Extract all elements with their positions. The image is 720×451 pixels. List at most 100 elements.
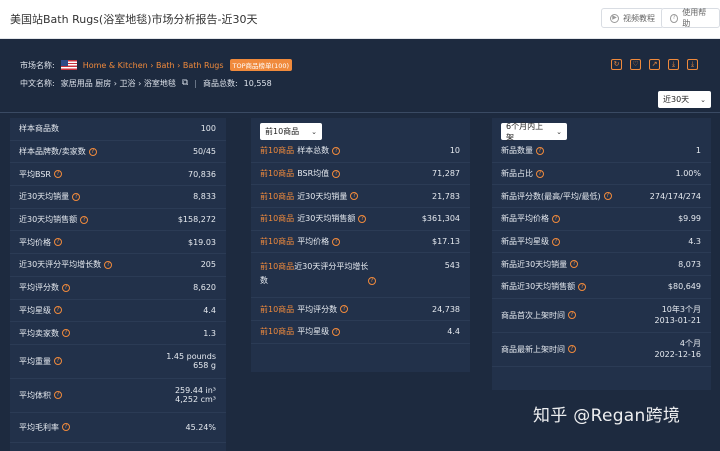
top10-select-value: 前10商品 [265,127,300,136]
us-flag-icon [60,60,77,70]
stat-row-first-listed: 商品首次上架时间? 10年3个月 2013-01-21 [492,299,711,333]
top10-select[interactable]: 前10商品 ⌄ [260,123,322,140]
stat-row: 前10商品 平均评分数? 24,738 [251,298,470,322]
stat-prefix: 前10商品 [260,327,295,337]
question-circle-icon[interactable]: ? [332,237,341,246]
question-circle-icon[interactable]: ? [54,357,62,366]
stat-label: 样本品牌数/卖家数 [19,147,86,157]
chevron-down-icon: ⌄ [700,95,706,104]
question-circle-icon[interactable]: ? [536,146,544,155]
question-circle-icon[interactable]: ? [62,329,70,338]
question-circle-icon[interactable]: ? [332,146,341,155]
question-circle-icon[interactable]: ? [568,345,576,354]
stat-label: 近30天均销量 [19,192,70,202]
question-circle-icon[interactable]: ? [62,423,70,432]
market-name-label: 市场名称: [20,60,55,70]
question-circle-icon[interactable]: ? [54,306,62,315]
chinese-name-row: 中文名称: 家居用品 厨房 › 卫浴 › 浴室地毯 ⧉ | 商品总数: 10,5… [20,76,272,90]
listing-period-select[interactable]: 6个月内上架 ⌄ [501,122,567,142]
stat-value: 10 [449,146,460,156]
question-circle-icon[interactable]: ? [72,192,81,201]
stat-row-growth: 前10商品近30天评分平均增长 数 ? 543 [251,253,470,299]
question-circle-icon[interactable]: ? [552,237,560,246]
stat-row: 新品占比? 1.00% [492,163,711,186]
stat-prefix: 前10商品 [260,262,295,272]
stat-label: 样本商品数 [19,124,59,134]
newest-listed-age: 4个月 [679,339,701,349]
stat-value: 8,833 [193,192,216,202]
question-circle-icon[interactable]: ? [568,311,576,320]
question-circle-icon[interactable]: ? [54,391,62,400]
question-circle-icon[interactable]: ? [368,277,376,286]
question-circle-icon[interactable]: ? [332,327,341,336]
question-circle-icon[interactable]: ? [53,170,62,179]
stat-row: 平均卖家数? 1.3 [10,322,226,345]
export-icon[interactable]: ⤓ [687,59,698,70]
stat-label: 新品评分数(最高/平均/最低) [501,191,601,201]
question-circle-icon[interactable]: ? [104,260,113,269]
stat-row: 前10商品 平均星级? 4.4 [251,321,470,344]
stat-label: 平均卖家数 [19,328,59,338]
page-title: 美国站Bath Rugs(浴室地毯)市场分析报告-近30天 [10,13,258,26]
question-circle-icon[interactable]: ? [552,214,560,223]
help-button[interactable]: ? 使用帮助 [661,8,720,28]
favorite-icon[interactable]: ♡ [630,59,641,70]
stat-value: $361,304 [421,214,460,224]
question-circle-icon[interactable]: ? [80,215,89,224]
stat-value: 1.3 [203,328,216,338]
refresh-icon[interactable]: ↻ [611,59,622,70]
stat-value: 45.24% [185,422,216,432]
stat-row-margin: 平均毛利率? 45.24% [10,413,226,443]
stat-value: 70,836 [188,169,216,179]
stat-value: 8,620 [193,283,216,293]
stat-value: 259.44 in³ 4,252 cm³ [175,386,216,404]
stat-label: 平均毛利率 [19,422,59,432]
volume-cm: 4,252 cm³ [175,395,216,405]
external-link-icon[interactable]: ⧉ [182,78,188,88]
stat-row: 平均星级? 4.4 [10,300,226,323]
question-circle-icon[interactable]: ? [54,238,62,247]
category-breadcrumb[interactable]: Home & Kitchen › Bath › Bath Rugs [83,61,224,70]
question-circle-icon[interactable]: ? [570,260,579,269]
stat-row: 前10商品 平均价格? $17.13 [251,231,470,254]
first-listed-date: 2013-01-21 [654,316,702,326]
stat-row: 前10商品 BSR均值? 71,287 [251,163,470,186]
share-icon[interactable]: ↗ [649,59,660,70]
newest-listed-date: 2022-12-16 [654,350,702,360]
new-products-panel: 6个月内上架 ⌄ 新品数量? 1 新品占比? 1.00% 新品评分数(最高/平均/最… [492,118,711,390]
sample-stats-panel: 样本商品数 100 样本品牌数/卖家数? 50/45 平均BSR? 70,836 近3… [10,118,226,451]
download-icon[interactable]: ⤓ [668,59,679,70]
stat-row-weight: 平均重量? 1.45 pounds 658 g [10,345,226,379]
growth-label-line2: 数 [260,276,268,286]
total-products-label: 商品总数: [202,78,238,88]
time-range-select[interactable]: 近30天 ⌄ [658,91,711,108]
question-circle-icon[interactable]: ? [332,169,341,178]
play-icon: ▶ [610,13,619,23]
video-tutorial-button[interactable]: ▶ 视频教程 [601,8,664,28]
stat-row: 前10商品 近30天均销售额? $361,304 [251,208,470,231]
stat-row: 新品平均星级? 4.3 [492,231,711,254]
watermark: 知乎 @Regan跨境 [533,406,681,426]
question-circle-icon[interactable]: ? [340,305,349,314]
chevron-down-icon: ⌄ [556,127,562,136]
stat-row: 前10商品 近30天均销量? 21,783 [251,185,470,209]
stat-label: 平均价格 [297,237,330,247]
question-icon: ? [670,13,679,23]
question-circle-icon[interactable]: ? [603,192,612,201]
stat-label: 平均星级 [297,327,330,337]
question-circle-icon[interactable]: ? [358,214,367,223]
help-label: 使用帮助 [682,8,707,28]
stat-value: 4个月 2022-12-16 [655,338,702,360]
question-circle-icon[interactable]: ? [62,283,70,292]
question-circle-icon[interactable]: ? [578,282,587,291]
question-circle-icon[interactable]: ? [88,147,97,156]
top-products-badge[interactable]: TOP商品榜单(100) [229,59,293,71]
stat-value: 205 [200,260,216,270]
stat-row-newest-listed: 商品最新上架时间? 4个月 2022-12-16 [492,333,711,367]
stat-value: $9.99 [678,214,701,224]
question-circle-icon[interactable]: ? [536,169,544,178]
question-circle-icon[interactable]: ? [350,192,359,201]
action-icons: ↻ ♡ ↗ ⤓ ⤓ [611,59,698,70]
stat-label: 平均价格 [19,237,51,247]
stat-label: 平均评分数 [19,283,59,293]
